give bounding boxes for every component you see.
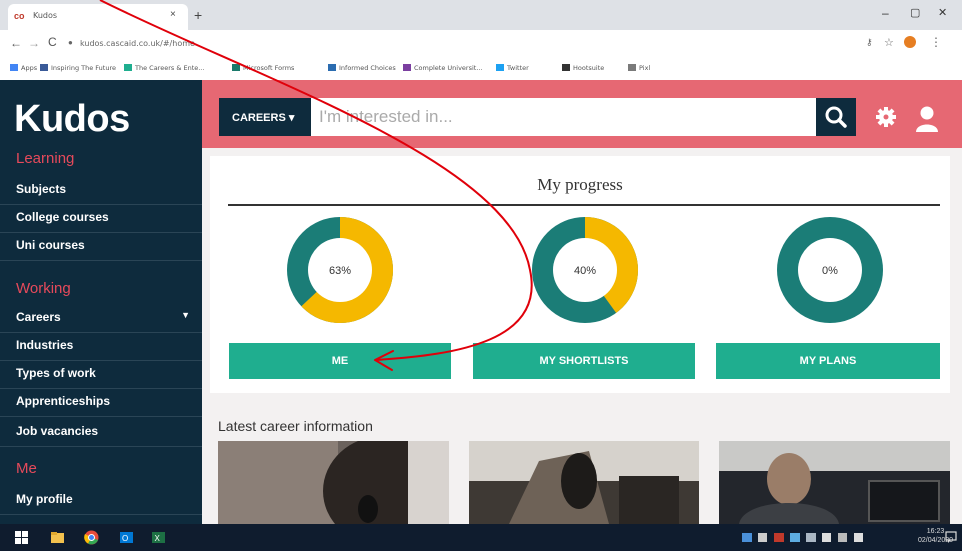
- progress-donut-my-plans: 0%: [777, 217, 883, 323]
- windows-start-icon[interactable]: [14, 530, 29, 545]
- bookmark-label: Complete Universit...: [414, 64, 483, 72]
- sidebar-item-careers[interactable]: Careers ▼: [0, 304, 202, 333]
- bookmark-favicon-icon: [328, 64, 336, 71]
- sidebar-item-label: Types of work: [16, 366, 96, 380]
- sidebar-item-college-courses[interactable]: College courses: [0, 204, 202, 233]
- bookmark-label: Inspiring The Future: [51, 64, 116, 72]
- bookmark-star-icon[interactable]: ☆: [884, 36, 894, 49]
- donut-percent-label: 40%: [574, 265, 596, 277]
- bookmark-item[interactable]: Inspiring The Future: [40, 64, 116, 72]
- sidebar-item-uni-courses[interactable]: Uni courses: [0, 232, 202, 261]
- search-input[interactable]: [311, 98, 816, 136]
- bookmark-label: Hootsuite: [573, 64, 605, 72]
- sidebar-item-label: Uni courses: [16, 238, 85, 252]
- sidebar-section-learning: Learning: [16, 150, 75, 167]
- sidebar-item-label: College courses: [16, 210, 109, 224]
- reload-button[interactable]: C: [48, 35, 57, 49]
- donut-percent-label: 0%: [822, 265, 838, 277]
- sidebar-item-label: Industries: [16, 338, 74, 352]
- sidebar-item-label: Subjects: [16, 182, 67, 196]
- sidebar-item-types-of-work[interactable]: Types of work: [0, 360, 202, 389]
- bookmark-item[interactable]: Informed Choices: [328, 64, 396, 72]
- settings-button[interactable]: [872, 103, 900, 131]
- my-plans-button[interactable]: MY PLANS: [716, 343, 940, 379]
- bookmark-item[interactable]: Microsoft Forms: [232, 64, 294, 72]
- lock-icon: ●: [68, 38, 73, 47]
- career-article-image-2[interactable]: [469, 441, 699, 524]
- bookmark-item[interactable]: Complete Universit...: [403, 64, 483, 72]
- donut-percent-label: 63%: [329, 265, 351, 277]
- bookmark-item[interactable]: Hootsuite: [562, 64, 604, 72]
- caret-down-icon[interactable]: ▼: [181, 310, 190, 320]
- system-tray-icons[interactable]: [742, 530, 910, 545]
- bookmark-label: Informed Choices: [339, 64, 396, 72]
- forward-button[interactable]: →: [28, 36, 40, 50]
- gear-icon: [876, 107, 896, 127]
- back-button[interactable]: ←: [10, 36, 22, 50]
- sidebar-item-label: My profile: [16, 492, 73, 506]
- bookmark-label: Twitter: [507, 64, 529, 72]
- sidebar-section-working: Working: [16, 280, 71, 297]
- progress-donut-me: 63%: [287, 217, 393, 323]
- tab-favicon-icon: co: [14, 11, 25, 21]
- bookmark-label: Apps: [21, 64, 38, 72]
- window-minimize-button[interactable]: –: [882, 6, 889, 20]
- bookmark-favicon-icon: [403, 64, 411, 71]
- bookmark-favicon-icon: [628, 64, 636, 71]
- chrome-icon[interactable]: [84, 530, 99, 545]
- bookmark-label: The Careers & Ente...: [135, 64, 205, 72]
- latest-career-title: Latest career information: [218, 418, 373, 434]
- bookmark-label: Microsoft Forms: [243, 64, 295, 72]
- sidebar-item-industries[interactable]: Industries: [0, 332, 202, 361]
- bookmark-favicon-icon: [562, 64, 570, 71]
- bookmark-item[interactable]: The Careers & Ente...: [124, 64, 204, 72]
- browser-menu-icon[interactable]: ⋮: [930, 35, 942, 49]
- user-icon: [916, 106, 938, 132]
- sidebar: [0, 80, 202, 524]
- svg-text:O: O: [122, 534, 128, 543]
- bookmark-favicon-icon: [496, 64, 504, 71]
- progress-divider: [228, 204, 940, 206]
- sidebar-item-apprenticeships[interactable]: Apprenticeships: [0, 388, 202, 417]
- bookmark-favicon-icon: [40, 64, 48, 71]
- bookmark-favicon-icon: [232, 64, 240, 71]
- sidebar-item-subjects[interactable]: Subjects: [0, 176, 202, 205]
- bookmark-favicon-icon: [10, 64, 18, 71]
- bookmark-label: Pixl: [639, 64, 651, 72]
- profile-button[interactable]: [912, 103, 942, 133]
- outlook-icon[interactable]: O: [119, 530, 134, 545]
- my-shortlists-button[interactable]: MY SHORTLISTS: [473, 343, 695, 379]
- address-bar[interactable]: kudos.cascaid.co.uk/#/home: [80, 39, 195, 48]
- sidebar-item-label: Careers: [16, 310, 61, 324]
- window-close-button[interactable]: ✕: [938, 6, 947, 19]
- progress-title: My progress: [537, 175, 623, 194]
- sidebar-section-me: Me: [16, 460, 37, 477]
- me-button[interactable]: ME: [229, 343, 451, 379]
- sidebar-item-job-vacancies[interactable]: Job vacancies: [0, 418, 202, 447]
- sidebar-item-label: Job vacancies: [16, 424, 99, 438]
- extension-icon[interactable]: [904, 36, 916, 48]
- notification-icon[interactable]: [944, 530, 958, 544]
- svg-text:X: X: [155, 534, 161, 543]
- new-tab-button[interactable]: +: [194, 7, 202, 23]
- tab-close-icon[interactable]: ×: [170, 9, 176, 20]
- sidebar-item-my-profile[interactable]: My profile: [0, 486, 202, 515]
- search-button[interactable]: [816, 98, 856, 136]
- key-icon[interactable]: ⚷: [866, 37, 873, 48]
- careers-dropdown-label: CAREERS ▾: [232, 112, 295, 124]
- kudos-logo[interactable]: Kudos: [14, 98, 130, 141]
- tab-title: Kudos: [33, 11, 58, 20]
- bookmark-item[interactable]: Twitter: [496, 64, 529, 72]
- progress-donut-my-shortlists: 40%: [532, 217, 638, 323]
- excel-icon[interactable]: X: [151, 530, 166, 545]
- sidebar-item-label: Apprenticeships: [16, 394, 111, 408]
- file-explorer-icon[interactable]: [50, 530, 65, 545]
- window-maximize-button[interactable]: ▢: [910, 6, 920, 19]
- bookmark-item[interactable]: Apps: [10, 64, 37, 72]
- bookmark-item[interactable]: Pixl: [628, 64, 650, 72]
- bookmark-favicon-icon: [124, 64, 132, 71]
- search-icon: [825, 106, 847, 128]
- career-article-image-1[interactable]: [218, 441, 449, 524]
- career-article-image-3[interactable]: [719, 441, 950, 524]
